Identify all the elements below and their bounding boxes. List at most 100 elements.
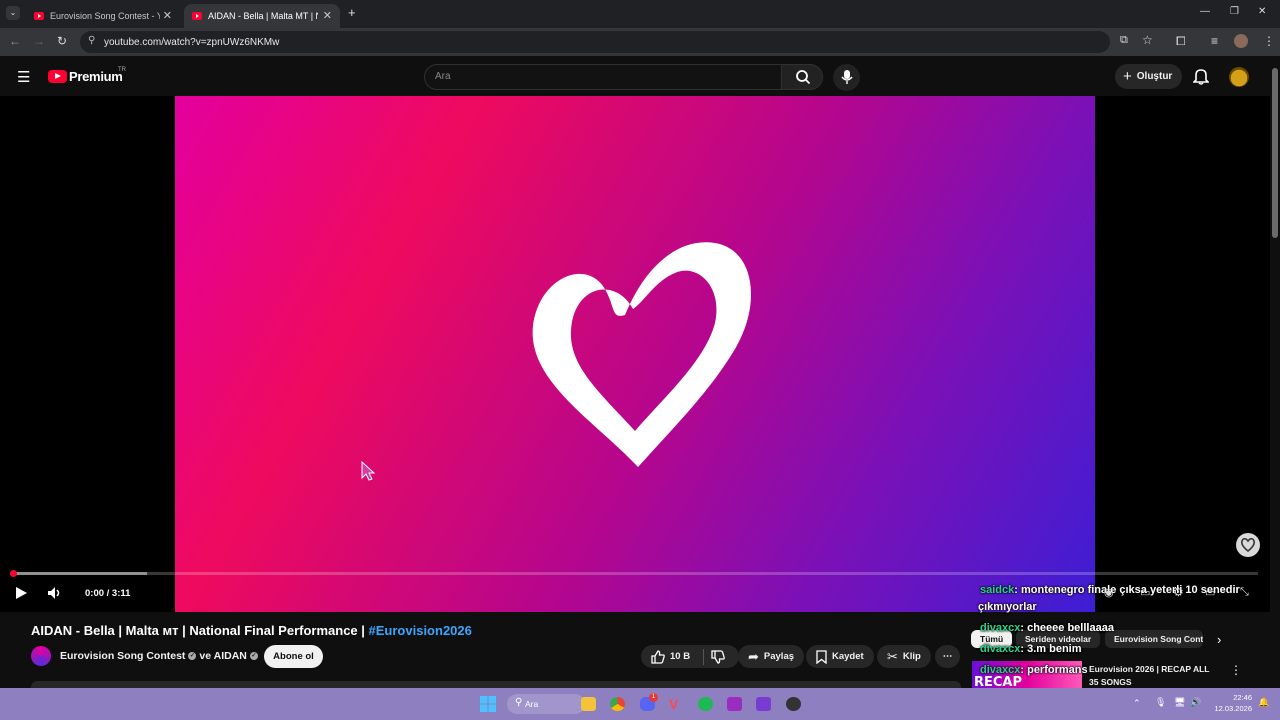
- voice-search-button[interactable]: [833, 64, 860, 91]
- youtube-logo-icon[interactable]: [48, 70, 67, 83]
- tray-volume-icon[interactable]: 🔊: [1190, 697, 1201, 708]
- browser-toolbar: ← → ↻ ⚲ youtube.com/watch?v=zpnUWz6NKMw …: [0, 28, 1280, 56]
- after-effects-icon[interactable]: [756, 697, 771, 711]
- autoplay-toggle-icon[interactable]: ◉: [1104, 586, 1114, 599]
- search-icon: ⚲: [515, 697, 523, 708]
- logo-text[interactable]: Premium: [69, 69, 123, 84]
- restore-icon[interactable]: ❐: [1230, 6, 1239, 17]
- obs-icon[interactable]: [786, 697, 801, 711]
- volume-icon[interactable]: [47, 586, 63, 600]
- scrollbar-thumb[interactable]: [1272, 68, 1278, 238]
- notification-center-icon[interactable]: 🔔: [1258, 697, 1269, 708]
- description-box[interactable]: [31, 681, 961, 688]
- fullscreen-icon[interactable]: ⤡: [1240, 586, 1249, 599]
- play-button-icon[interactable]: [14, 586, 28, 600]
- tray-network-icon[interactable]: 🖥: [1174, 697, 1185, 708]
- taskbar-search-label: Ara: [525, 699, 539, 709]
- extensions-icon[interactable]: ⧠: [1176, 34, 1186, 49]
- spotify-icon[interactable]: [698, 697, 713, 711]
- windows-start-icon[interactable]: [480, 696, 496, 712]
- address-bar[interactable]: ⚲ youtube.com/watch?v=zpnUWz6NKMw ⧉ ☆: [80, 31, 1153, 53]
- video-player[interactable]: 0:00 / 3:11 saidck: montenegro finale çı…: [0, 96, 1270, 655]
- chat-username: divaxcx: [980, 643, 1021, 655]
- search-input[interactable]: Ara: [424, 64, 782, 90]
- create-button[interactable]: + Oluştur: [1115, 64, 1182, 89]
- recommended-more-icon[interactable]: ⋮: [1230, 663, 1242, 677]
- more-actions-button[interactable]: ⋯: [935, 645, 960, 668]
- dislike-thumb-icon[interactable]: [711, 649, 725, 664]
- verified-badge-icon: ✓: [249, 652, 258, 661]
- bookmark-icon: [816, 649, 827, 664]
- chat-message: çıkmıyorlar: [978, 601, 1037, 613]
- video-frame[interactable]: [175, 96, 1095, 612]
- close-tab-icon[interactable]: ✕: [323, 9, 332, 22]
- chat-text: : 3.m benim: [1020, 643, 1082, 655]
- page-scrollbar[interactable]: [1270, 56, 1280, 688]
- notifications-bell-icon[interactable]: [1193, 68, 1209, 85]
- chip-eurovision[interactable]: Eurovision Song Contest: [1105, 630, 1203, 648]
- hamburger-menu-icon[interactable]: ☰: [17, 68, 30, 86]
- reading-list-icon[interactable]: ≡: [1211, 34, 1218, 48]
- create-label: Oluştur: [1136, 71, 1173, 82]
- browser-menu-icon[interactable]: ⋮: [1263, 34, 1275, 48]
- minimize-icon[interactable]: —: [1200, 6, 1210, 17]
- file-explorer-icon[interactable]: [581, 697, 596, 711]
- install-app-icon[interactable]: ⧉: [1120, 34, 1128, 47]
- subtitles-icon[interactable]: ▭: [1140, 586, 1150, 599]
- tab-aidan-video[interactable]: AIDAN - Bella | Malta MT | Natio ✕: [184, 4, 340, 28]
- channel-collab[interactable]: ve AIDAN: [199, 650, 246, 662]
- close-window-icon[interactable]: ✕: [1258, 6, 1266, 17]
- theater-mode-icon[interactable]: ▭: [1205, 586, 1215, 599]
- chevron-right-icon[interactable]: ›: [1217, 632, 1221, 647]
- more-dots-icon: ⋯: [942, 651, 953, 662]
- recommended-title[interactable]: Eurovision 2026 | RECAP ALL 35 SONGS: [1089, 663, 1219, 689]
- scissors-icon: ✂: [887, 648, 898, 664]
- like-count[interactable]: 10 B: [670, 651, 690, 662]
- region-code: TR: [118, 67, 126, 73]
- share-button[interactable]: ➦ Paylaş: [738, 645, 805, 668]
- chat-text: : performans: [1020, 664, 1088, 676]
- forward-icon[interactable]: →: [33, 34, 45, 48]
- subscribe-button[interactable]: Abone ol: [264, 645, 323, 668]
- taskbar-search[interactable]: ⚲ Ara: [507, 694, 585, 714]
- chat-text: çıkmıyorlar: [978, 601, 1037, 613]
- close-tab-icon[interactable]: ✕: [163, 9, 172, 22]
- channel-name[interactable]: Eurovision Song Contest: [60, 650, 185, 662]
- new-tab-icon[interactable]: +: [348, 5, 356, 20]
- youtube-masthead: ☰ Premium TR Ara + Oluştur: [0, 56, 1270, 96]
- site-info-icon[interactable]: ⚲: [88, 35, 95, 46]
- eurovision-watermark-icon: [1236, 533, 1260, 557]
- progress-bar[interactable]: [10, 570, 1258, 577]
- scrubber-handle[interactable]: [10, 570, 17, 577]
- taskbar-clock[interactable]: 22:46 12.03.2026: [1204, 692, 1252, 714]
- time-display: 0:00 / 3:11: [85, 588, 131, 599]
- url-text: youtube.com/watch?v=zpnUWz6NKMw: [104, 36, 280, 48]
- profile-avatar[interactable]: [1234, 34, 1248, 48]
- chat-username: divaxcx: [980, 664, 1021, 676]
- microphone-icon: [841, 70, 853, 84]
- back-icon[interactable]: ←: [9, 34, 21, 48]
- channel-names[interactable]: Eurovision Song Contest ✓ ve AIDAN ✓: [60, 650, 261, 662]
- bookmark-star-icon[interactable]: ☆: [1142, 33, 1153, 47]
- share-label: Paylaş: [763, 651, 795, 662]
- premiere-icon[interactable]: [727, 697, 742, 711]
- browser-tab-bar: ⌄ Eurovision Song Contest - YouTube ✕ AI…: [0, 0, 1280, 28]
- like-thumb-icon[interactable]: [651, 649, 665, 664]
- search-button[interactable]: [781, 64, 823, 90]
- chrome-icon[interactable]: [610, 697, 625, 711]
- channel-avatar[interactable]: [31, 646, 51, 666]
- tab-search-button[interactable]: ⌄: [6, 6, 20, 20]
- chat-message: divaxcx: 3.m benim: [980, 643, 1082, 655]
- tray-chevron-icon[interactable]: ⌃: [1133, 698, 1141, 709]
- tab-eurovision-channel[interactable]: Eurovision Song Contest - YouTube ✕: [26, 4, 180, 28]
- chat-message: divaxcx: cheeee belllaaaa: [980, 622, 1114, 634]
- save-button[interactable]: Kaydet: [806, 645, 874, 668]
- clip-button[interactable]: ✂ Klip: [877, 645, 931, 668]
- buffered-bar: [13, 572, 147, 575]
- reload-icon[interactable]: ↻: [57, 34, 67, 48]
- tray-mic-icon[interactable]: 🎙: [1155, 697, 1166, 708]
- hashtag-link[interactable]: #Eurovision2026: [369, 623, 472, 638]
- valorant-icon[interactable]: V: [669, 697, 684, 711]
- settings-gear-icon[interactable]: ⚙: [1173, 585, 1184, 599]
- account-avatar[interactable]: [1229, 67, 1249, 87]
